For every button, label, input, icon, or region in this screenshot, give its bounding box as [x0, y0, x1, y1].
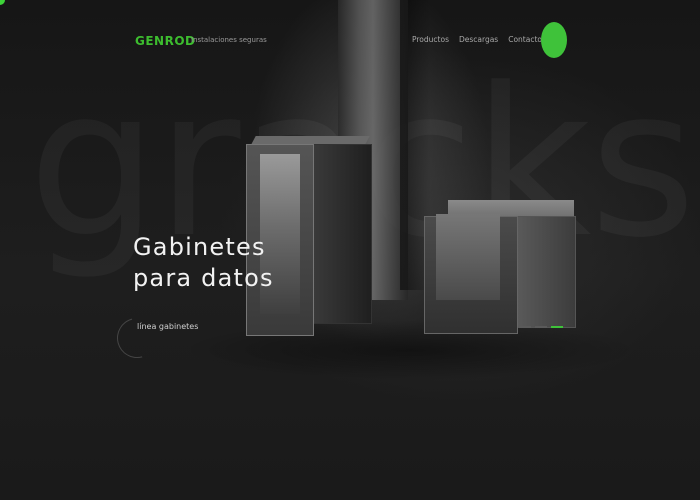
- brand-tagline: Instalaciones seguras: [191, 36, 267, 44]
- nav-item-descargas[interactable]: Descargas: [459, 35, 498, 44]
- slider-indicator-1[interactable]: [519, 326, 531, 328]
- hero-title-line-1: Gabinetes: [133, 233, 266, 261]
- slider-indicator-2[interactable]: [535, 326, 547, 328]
- hero-link-gabinetes[interactable]: línea gabinetes: [137, 322, 198, 331]
- nav-item-productos[interactable]: Productos: [412, 35, 449, 44]
- cabinet-glass-door: [436, 214, 500, 300]
- nav-item-contacto[interactable]: Contacto: [508, 35, 542, 44]
- cabinet-side: [516, 216, 576, 328]
- green-circle-button[interactable]: [541, 22, 567, 58]
- hero-stage: gracks: [0, 0, 700, 500]
- hero-title: Gabinetes para datos: [133, 232, 333, 294]
- slider-indicators: [519, 326, 563, 328]
- brand-logo[interactable]: GENROD: [135, 34, 196, 48]
- hero-title-line-2: para datos: [133, 264, 274, 292]
- main-nav: Productos Descargas Contacto: [412, 35, 542, 44]
- wall-cabinet-image: [424, 200, 576, 336]
- slider-indicator-3[interactable]: [551, 326, 563, 328]
